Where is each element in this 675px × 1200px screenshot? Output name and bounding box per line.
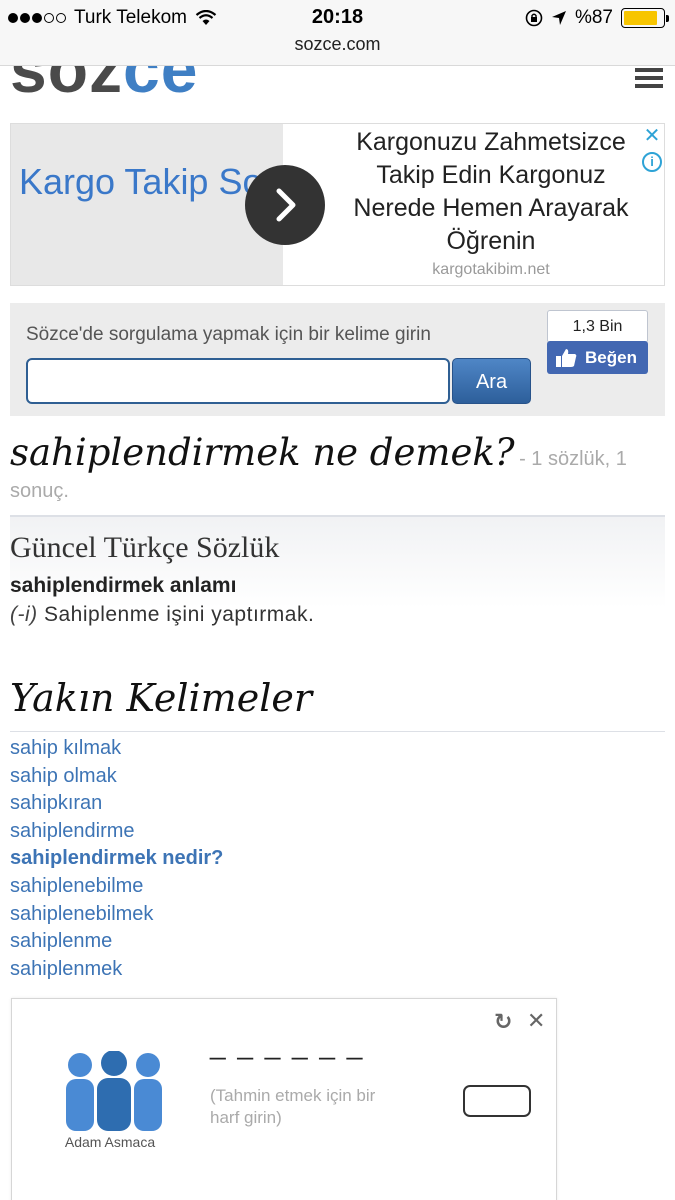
word-heading: sahiplendirmek anlamı [10,574,237,597]
nearby-word-link[interactable]: sahiplendirmek nedir? [10,845,223,873]
status-bar: Turk Telekom 20:18 %87 sozce.com [0,0,675,66]
status-right: %87 [525,7,669,29]
nearby-word-link[interactable]: sahiplendirme [10,818,223,846]
chevron-right-icon[interactable] [245,165,325,245]
nearby-word-link[interactable]: sahiplenme [10,928,223,956]
battery-icon [621,8,669,28]
nearby-word-link[interactable]: sahip kılmak [10,735,223,763]
ad-banner[interactable]: Kargo Takip Sorgulama Kargonuzu Zahmetsi… [10,123,665,286]
battery-level [624,11,658,25]
orientation-lock-icon [525,9,543,27]
location-arrow-icon [551,11,566,25]
site-logo[interactable]: sözce [10,66,198,102]
refresh-icon[interactable]: ↻ [494,1009,512,1035]
facebook-like-count: 1,3 Bin [547,310,648,343]
search-panel: Sözce'de sorgulama yapmak için bir kelim… [10,303,665,416]
definition: (-i) Sahiplenme işini yaptırmak. [10,603,314,627]
definition-tag: (-i) [10,603,38,626]
hamburger-menu-icon[interactable] [635,68,663,92]
page-title: sahiplendirmek ne demek? [10,431,515,474]
nearby-word-link[interactable]: sahiplenebilmek [10,901,223,929]
nearby-word-link[interactable]: sahiplenmek [10,956,223,984]
facebook-like-label: Beğen [585,347,637,367]
ad-domain[interactable]: kargotakibim.net [333,261,649,279]
definition-text: Sahiplenme işini yaptırmak. [44,603,315,626]
thumbs-up-icon [556,348,577,367]
dictionary-name: Güncel Türkçe Sözlük [10,531,280,564]
ad-arrow-glyph [276,188,296,222]
facebook-like-button[interactable]: Beğen [547,341,648,374]
divider [10,731,665,732]
hangman-widget: ↻ ✕ Adam Asmaca _ _ _ _ _ _ (Tahmin etme… [11,998,557,1200]
search-label: Sözce'de sorgulama yapmak için bir kelim… [26,324,431,345]
people-group-icon [66,1051,162,1131]
info-icon[interactable]: i [642,152,662,172]
logo-text-part2: ce [123,66,199,106]
site-header: sözce [0,66,675,112]
search-button[interactable]: Ara [452,358,531,404]
word-blanks: _ _ _ _ _ _ [210,1029,365,1060]
address-url[interactable]: sozce.com [0,34,675,55]
ad-description[interactable]: Kargonuzu Zahmetsizce Takip Edin Kargonu… [333,126,649,258]
nearby-word-link[interactable]: sahip olmak [10,763,223,791]
nearby-words-list: sahip kılmak sahip olmak sahipkıran sahi… [10,735,223,983]
close-icon[interactable]: ✕ [642,126,662,146]
hangman-hint: (Tahmin etmek için bir harf girin) [210,1086,376,1127]
ad-right-panel: Kargonuzu Zahmetsizce Takip Edin Kargonu… [283,124,664,285]
close-icon[interactable]: ✕ [527,1008,545,1034]
logo-text-part1: söz [10,66,124,106]
letter-input[interactable] [463,1085,531,1117]
dictionary-result: Güncel Türkçe Sözlük sahiplendirmek anla… [10,517,665,647]
hangman-caption: Adam Asmaca [64,1134,156,1150]
search-input[interactable] [26,358,450,404]
page-headline: sahiplendirmek ne demek? - 1 sözlük, 1 s… [10,434,665,508]
nearby-words-title: Yakın Kelimeler [10,676,313,720]
nearby-word-link[interactable]: sahiplenebilme [10,873,223,901]
battery-percent: %87 [574,7,613,28]
nearby-word-link[interactable]: sahipkıran [10,790,223,818]
